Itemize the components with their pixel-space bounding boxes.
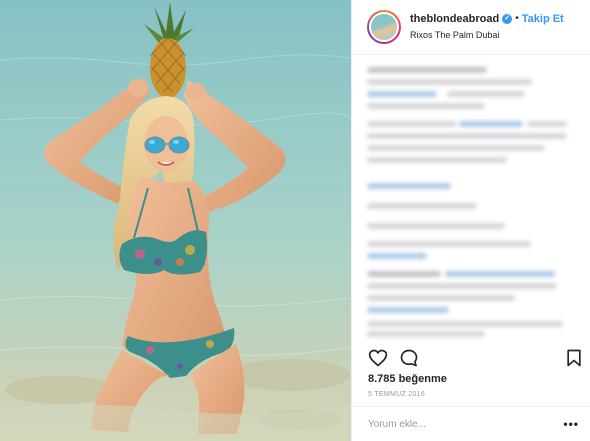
comment-input[interactable] bbox=[368, 418, 564, 430]
user-row: theblondeabroad ✓ • Takip Et bbox=[410, 12, 564, 26]
avatar-image bbox=[369, 12, 399, 42]
bookmark-icon[interactable] bbox=[564, 348, 584, 368]
heart-outline-icon[interactable] bbox=[368, 348, 388, 368]
post-header: theblondeabroad ✓ • Takip Et Rixos The P… bbox=[352, 0, 590, 55]
add-comment-bar: ••• bbox=[352, 406, 590, 441]
action-bar bbox=[352, 344, 590, 370]
header-text: theblondeabroad ✓ • Takip Et Rixos The P… bbox=[410, 12, 564, 42]
blurred-comments bbox=[367, 63, 577, 338]
separator: • bbox=[515, 13, 519, 24]
more-options-icon[interactable]: ••• bbox=[563, 417, 579, 431]
location-link[interactable]: Rixos The Palm Dubai bbox=[410, 28, 564, 42]
follow-button[interactable]: Takip Et bbox=[522, 12, 564, 26]
avatar[interactable] bbox=[367, 10, 401, 44]
instagram-post: theblondeabroad ✓ • Takip Et Rixos The P… bbox=[0, 0, 590, 441]
speech-bubble-icon[interactable] bbox=[399, 348, 419, 368]
username-link[interactable]: theblondeabroad bbox=[410, 12, 499, 26]
beach-photo-illustration bbox=[0, 0, 351, 441]
likes-count[interactable]: 8.785 beğenme bbox=[368, 373, 447, 385]
post-side-panel: theblondeabroad ✓ • Takip Et Rixos The P… bbox=[351, 0, 590, 441]
post-date[interactable]: 5 TEMMUZ 2016 bbox=[368, 391, 425, 398]
post-photo[interactable] bbox=[0, 0, 351, 441]
verified-badge-icon: ✓ bbox=[502, 14, 513, 24]
